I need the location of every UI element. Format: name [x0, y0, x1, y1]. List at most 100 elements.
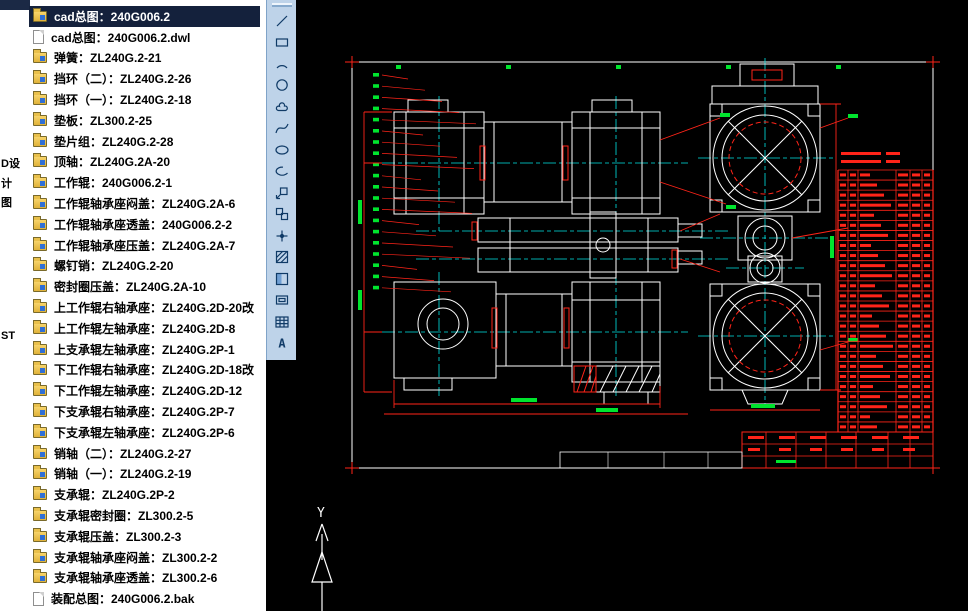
dwg-drawing-icon: [33, 552, 47, 563]
drawing-canvas[interactable]: Y: [296, 0, 968, 611]
tool-line-button[interactable]: [269, 10, 295, 32]
file-item[interactable]: 工作辊轴承座闷盖：ZL240G.2A-6: [0, 193, 266, 214]
dwg-drawing-icon: [33, 406, 47, 417]
file-item[interactable]: 螺钉销：ZL240G.2-20: [0, 256, 266, 277]
file-item[interactable]: 下工作辊右轴承座：ZL240G.2D-18改: [0, 360, 266, 381]
file-item[interactable]: 垫板：ZL300.2-25: [0, 110, 266, 131]
file-item-label: 密封圈压盖：ZL240G.2A-10: [54, 278, 206, 295]
file-item[interactable]: 支承辊密封圈：ZL300.2-5: [0, 505, 266, 526]
file-item[interactable]: 装配总图：240G006.2.bak: [0, 588, 266, 609]
file-item[interactable]: 上工作辊右轴承座：ZL240G.2D-20改: [0, 297, 266, 318]
file-item[interactable]: 工作辊轴承座透盖：240G006.2-2: [0, 214, 266, 235]
tool-arc-button[interactable]: [269, 53, 295, 75]
file-item[interactable]: 挡环（一）：ZL240G.2-18: [0, 89, 266, 110]
multiline-text-icon: A: [274, 335, 290, 351]
tool-rectangle-button[interactable]: [269, 32, 295, 54]
tool-point-button[interactable]: [269, 225, 295, 247]
ucs-axis-label: Y: [317, 506, 325, 521]
file-icon: [33, 592, 44, 606]
file-item-label: 装配总图：240G006.2.bak: [51, 590, 194, 607]
tool-region-button[interactable]: [269, 290, 295, 312]
svg-text:A: A: [278, 337, 286, 351]
file-item[interactable]: 挡环（二）：ZL240G.2-26: [0, 68, 266, 89]
file-item[interactable]: 销轴（一）：ZL240G.2-19: [0, 464, 266, 485]
file-item-label: 下工作辊左轴承座：ZL240G.2D-12: [54, 382, 242, 399]
tool-ellipse-button[interactable]: [269, 139, 295, 161]
file-item[interactable]: 上工作辊左轴承座：ZL240G.2D-8: [0, 318, 266, 339]
point-icon: [274, 228, 290, 244]
file-item-label: 支承辊压盖：ZL300.2-3: [54, 528, 181, 545]
dwg-drawing-icon: [33, 510, 47, 521]
dwg-drawing-icon: [33, 240, 47, 251]
tool-spline-button[interactable]: [269, 118, 295, 140]
file-item[interactable]: 下支承辊右轴承座：ZL240G.2P-7: [0, 401, 266, 422]
file-item-label: 上支承辊左轴承座：ZL240G.2P-1: [54, 341, 235, 358]
file-item[interactable]: 顶轴：ZL240G.2A-20: [0, 152, 266, 173]
file-item-label: 下支承辊左轴承座：ZL240G.2P-6: [54, 424, 235, 441]
dwg-drawing-icon: [33, 52, 47, 63]
file-icon: [33, 30, 44, 44]
tool-revision-cloud-button[interactable]: [269, 96, 295, 118]
toolbar-grip-handle[interactable]: [272, 3, 292, 7]
file-item-label: 工作辊轴承座压盖：ZL240G.2A-7: [54, 237, 235, 254]
file-item-label: 弹簧：ZL240G.2-21: [54, 49, 161, 66]
dwg-drawing-icon: [33, 531, 47, 542]
tool-table-button[interactable]: [269, 311, 295, 333]
file-item-label: 上工作辊右轴承座：ZL240G.2D-20改: [54, 299, 254, 316]
dwg-drawing-icon: [33, 156, 47, 167]
dwg-drawing-icon: [33, 323, 47, 334]
file-tree-panel: cad总图：240G006.2cad总图：240G006.2.dwl弹簧：ZL2…: [0, 0, 266, 611]
file-item[interactable]: 弹簧：ZL240G.2-21: [0, 48, 266, 69]
file-item[interactable]: 下工作辊左轴承座：ZL240G.2D-12: [0, 380, 266, 401]
dwg-drawing-icon: [33, 427, 47, 438]
file-item[interactable]: 上支承辊左轴承座：ZL240G.2P-1: [0, 339, 266, 360]
dwg-drawing-icon: [33, 115, 47, 126]
file-item-label: 销轴（一）：ZL240G.2-19: [54, 465, 191, 482]
file-item-label: 螺钉销：ZL240G.2-20: [54, 257, 173, 274]
docked-tab-fragment: ST: [1, 330, 15, 342]
hatch-icon: [274, 249, 290, 265]
file-item-label: 上工作辊左轴承座：ZL240G.2D-8: [54, 320, 235, 337]
docked-tab-fragment: 计: [1, 175, 12, 191]
dwg-drawing-icon: [33, 302, 47, 313]
tool-insert-block-button[interactable]: [269, 182, 295, 204]
file-item-label: 支承辊密封圈：ZL300.2-5: [54, 507, 193, 524]
file-item[interactable]: cad总图：240G006.2: [29, 6, 260, 27]
tool-ellipse-arc-button[interactable]: [269, 161, 295, 183]
rectangle-icon: [274, 34, 290, 50]
file-item-label: 支承辊：ZL240G.2P-2: [54, 486, 175, 503]
dwg-drawing-icon: [33, 219, 47, 230]
tool-multiline-text-button[interactable]: A: [269, 333, 295, 355]
file-item[interactable]: 支承辊轴承座透盖：ZL300.2-6: [0, 568, 266, 589]
file-item-label: 垫片组：ZL240G.2-28: [54, 133, 173, 150]
file-item[interactable]: 密封圈压盖：ZL240G.2A-10: [0, 276, 266, 297]
file-item-label: 下支承辊右轴承座：ZL240G.2P-7: [54, 403, 235, 420]
docked-tab-fragment: D设: [1, 155, 20, 171]
dwg-drawing-icon: [33, 344, 47, 355]
file-item-label: 支承辊轴承座透盖：ZL300.2-6: [54, 569, 217, 586]
dwg-drawing-icon: [33, 364, 47, 375]
tool-hatch-button[interactable]: [269, 247, 295, 269]
file-item[interactable]: 销轴（二）：ZL240G.2-27: [0, 443, 266, 464]
file-item-label: 挡环（二）：ZL240G.2-26: [54, 70, 191, 87]
tool-make-block-button[interactable]: [269, 204, 295, 226]
dwg-drawing-icon: [33, 448, 47, 459]
file-item-label: 支承辊轴承座闷盖：ZL300.2-2: [54, 549, 217, 566]
dwg-drawing-icon: [33, 198, 47, 209]
file-item[interactable]: 垫片组：ZL240G.2-28: [0, 131, 266, 152]
file-item[interactable]: 支承辊轴承座闷盖：ZL300.2-2: [0, 547, 266, 568]
file-item[interactable]: 支承辊压盖：ZL300.2-3: [0, 526, 266, 547]
file-item-label: 下工作辊右轴承座：ZL240G.2D-18改: [54, 361, 254, 378]
file-item[interactable]: 下支承辊左轴承座：ZL240G.2P-6: [0, 422, 266, 443]
line-icon: [274, 13, 290, 29]
dwg-drawing-icon: [33, 260, 47, 271]
gradient-icon: [274, 271, 290, 287]
tool-circle-button[interactable]: [269, 75, 295, 97]
dwg-drawing-icon: [33, 572, 47, 583]
tool-gradient-button[interactable]: [269, 268, 295, 290]
file-item[interactable]: 工作辊：240G006.2-1: [0, 172, 266, 193]
file-item[interactable]: 支承辊：ZL240G.2P-2: [0, 484, 266, 505]
file-item-label: 工作辊轴承座透盖：240G006.2-2: [54, 216, 232, 233]
file-item[interactable]: cad总图：240G006.2.dwl: [0, 27, 266, 48]
file-item[interactable]: 工作辊轴承座压盖：ZL240G.2A-7: [0, 235, 266, 256]
